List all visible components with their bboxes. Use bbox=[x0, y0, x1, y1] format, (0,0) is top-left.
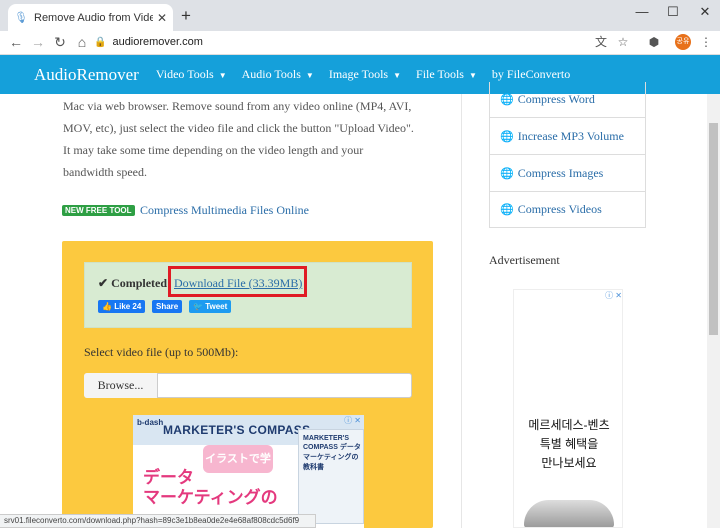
car-image bbox=[524, 500, 614, 527]
sidebar-ad-text: 메르세데스-벤츠 특별 혜택을 만나보세요 bbox=[514, 416, 622, 473]
check-icon: ✔ bbox=[98, 276, 109, 290]
ad-headline: マーケティングの bbox=[143, 488, 278, 507]
caret-down-icon: ▼ bbox=[468, 71, 477, 80]
caret-down-icon: ▼ bbox=[218, 71, 227, 80]
nav-video-tools-label: Video Tools bbox=[155, 67, 214, 81]
select-file-label: Select video file (up to 500Mb): bbox=[84, 345, 239, 359]
advertisement-label: Advertisement bbox=[489, 253, 560, 267]
tweet-button[interactable]: 🐦 Tweet bbox=[189, 300, 232, 313]
status-url-bar: srv01.fileconverto.com/download.php?hash… bbox=[0, 514, 316, 528]
caret-down-icon: ▼ bbox=[305, 71, 314, 80]
reload-icon[interactable]: ↻ bbox=[50, 31, 70, 53]
globe-icon: 🌐 bbox=[500, 130, 514, 143]
forward-icon[interactable]: → bbox=[28, 31, 48, 53]
ad-line: 메르세데스-벤츠 bbox=[528, 418, 610, 432]
sidebar-ad[interactable]: ⓘ ✕ 메르세데스-벤츠 특별 혜택을 만나보세요 bbox=[513, 289, 623, 528]
ad-brand: MARKETER'S COMPASS bbox=[163, 423, 311, 437]
globe-icon: 🌐 bbox=[500, 203, 514, 216]
intro-text: Mac via web browser. Remove sound from a… bbox=[63, 95, 438, 183]
sidebar-link-label: Compress Videos bbox=[517, 201, 602, 216]
new-tool-badge: NEW FREE TOOL bbox=[62, 205, 135, 216]
sidebar-link-label: Compress Images bbox=[517, 165, 604, 180]
back-icon[interactable]: ← bbox=[6, 31, 26, 53]
nav-by-fileconverto[interactable]: by FileConverto bbox=[492, 67, 570, 82]
ad-close-icon[interactable]: ⓘ ✕ bbox=[600, 290, 622, 302]
extension-icon[interactable]: ⬢ bbox=[645, 33, 663, 51]
ad-book-title: MARKETER'S COMPASS データマーケティングの教科書 bbox=[303, 435, 361, 471]
translate-icon[interactable]: 文 bbox=[592, 33, 610, 51]
close-window-button[interactable]: ✕ bbox=[690, 2, 720, 22]
tab-title: Remove Audio from Video Onli bbox=[34, 11, 153, 24]
thumbs-up-icon: 👍 bbox=[102, 302, 112, 311]
globe-icon: 🌐 bbox=[500, 94, 514, 106]
highlight-box bbox=[168, 266, 307, 297]
site-brand[interactable]: AudioRemover bbox=[34, 65, 139, 85]
address-bar[interactable]: 🔒 audioremover.com bbox=[94, 33, 640, 51]
ad-close-icon[interactable]: ⓘ ✕ bbox=[343, 415, 361, 427]
nav-file-tools[interactable]: File Tools ▼ bbox=[416, 67, 477, 82]
twitter-icon: 🐦 bbox=[193, 302, 203, 311]
facebook-share-button[interactable]: Share bbox=[152, 300, 183, 313]
browser-tab[interactable]: 🎙 Remove Audio from Video Onli ✕ bbox=[8, 4, 173, 31]
star-icon[interactable]: ☆ bbox=[614, 33, 632, 51]
scrollbar-thumb[interactable] bbox=[709, 123, 718, 335]
nav-audio-tools-label: Audio Tools bbox=[241, 67, 301, 81]
like-label: Like 24 bbox=[114, 302, 142, 311]
globe-icon: 🌐 bbox=[500, 167, 514, 180]
sidebar-link-compress-videos[interactable]: 🌐 Compress Videos bbox=[489, 191, 646, 228]
ad-line: 특별 혜택을 bbox=[539, 437, 599, 451]
ad-line: 만나보세요 bbox=[541, 456, 597, 470]
intro-line: bandwidth speed. bbox=[63, 165, 147, 179]
nav-image-tools[interactable]: Image Tools ▼ bbox=[329, 67, 401, 82]
url-text: audioremover.com bbox=[112, 36, 203, 48]
sidebar-divider bbox=[461, 94, 462, 528]
browse-button[interactable]: Browse... bbox=[84, 373, 158, 398]
tweet-label: Tweet bbox=[205, 302, 228, 311]
ad-logo: b-dash bbox=[137, 418, 164, 427]
ad-banner[interactable]: b-dash MARKETER'S COMPASS イラストで学ぶ! データ マ… bbox=[133, 415, 364, 528]
nav-video-tools[interactable]: Video Tools ▼ bbox=[156, 67, 227, 82]
nav-image-tools-label: Image Tools bbox=[328, 67, 389, 81]
intro-line: MOV, etc), just select the video file an… bbox=[63, 121, 414, 135]
profile-avatar[interactable]: 공유 bbox=[675, 34, 691, 50]
sidebar-link-label: Increase MP3 Volume bbox=[517, 128, 624, 143]
completed-label: Completed bbox=[111, 276, 168, 290]
lock-icon: 🔒 bbox=[94, 36, 107, 48]
microphone-icon: 🎙 bbox=[14, 11, 28, 24]
minimize-button[interactable]: — bbox=[627, 2, 657, 22]
nav-file-tools-label: File Tools bbox=[416, 67, 464, 81]
new-tool-link[interactable]: Compress Multimedia Files Online bbox=[140, 203, 309, 218]
menu-icon[interactable]: ⋮ bbox=[697, 33, 715, 51]
tab-close-icon[interactable]: ✕ bbox=[157, 11, 167, 25]
nav-audio-tools[interactable]: Audio Tools ▼ bbox=[242, 67, 314, 82]
caret-down-icon: ▼ bbox=[393, 71, 402, 80]
sidebar-link-increase-mp3[interactable]: 🌐 Increase MP3 Volume bbox=[489, 118, 646, 155]
facebook-like-button[interactable]: 👍 Like 24 bbox=[98, 300, 146, 313]
sidebar-link-compress-word[interactable]: 🌐 Compress Word bbox=[489, 82, 646, 118]
new-tab-button[interactable]: + bbox=[176, 6, 196, 26]
completed-status: ✔ Completed bbox=[98, 276, 167, 291]
intro-line: Mac via web browser. Remove sound from a… bbox=[63, 99, 412, 113]
home-icon[interactable]: ⌂ bbox=[72, 31, 92, 53]
intro-line: It may take some time depending on the v… bbox=[63, 143, 364, 157]
sidebar-link-label: Compress Word bbox=[517, 92, 595, 106]
maximize-button[interactable]: ☐ bbox=[658, 2, 688, 22]
sidebar-link-compress-images[interactable]: 🌐 Compress Images bbox=[489, 155, 646, 192]
ad-badge: イラストで学ぶ! bbox=[203, 445, 273, 493]
